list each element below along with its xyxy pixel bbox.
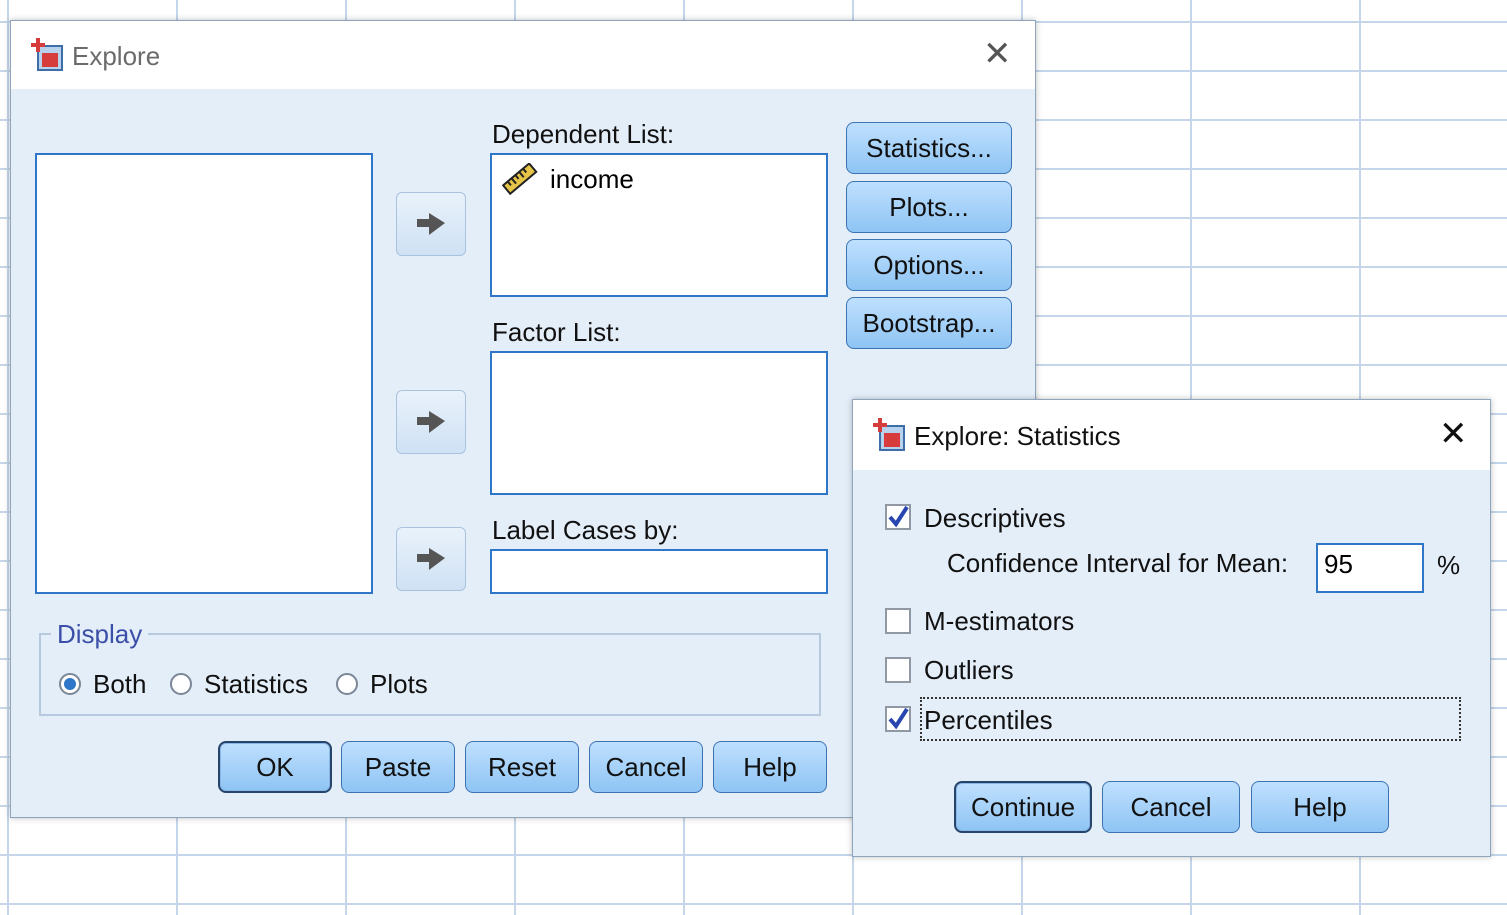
checkmark-icon: [888, 505, 909, 528]
statistics-button[interactable]: Statistics...: [846, 122, 1012, 174]
m-estimators-label[interactable]: M-estimators: [924, 606, 1074, 637]
dependent-list-label: Dependent List:: [492, 119, 675, 149]
display-group-legend: Display: [51, 619, 149, 650]
options-button[interactable]: Options...: [846, 239, 1012, 291]
reset-button[interactable]: Reset: [465, 741, 579, 793]
explore-close-icon[interactable]: ✕: [983, 37, 1012, 71]
percentiles-label[interactable]: Percentiles: [924, 705, 1053, 736]
descriptives-checkbox[interactable]: [885, 504, 911, 530]
label-cases-label: Label Cases by:: [492, 515, 679, 545]
statistics-radio[interactable]: [170, 673, 192, 695]
move-to-label-cases-button[interactable]: [396, 527, 466, 591]
label-cases-field[interactable]: [490, 549, 828, 594]
ok-button[interactable]: OK: [218, 741, 332, 793]
right-arrow-icon: [417, 213, 445, 235]
move-to-dependent-button[interactable]: [396, 192, 466, 256]
display-group: [39, 633, 821, 716]
ci-label: Confidence Interval for Mean:: [947, 548, 1289, 578]
paste-button[interactable]: Paste: [341, 741, 455, 793]
right-arrow-icon: [417, 548, 445, 570]
factor-list-label: Factor List:: [492, 317, 621, 347]
outliers-checkbox[interactable]: [885, 657, 911, 683]
right-arrow-icon: [417, 411, 445, 433]
plots-radio-label[interactable]: Plots: [370, 669, 428, 700]
ruler-scale-icon: [502, 163, 538, 195]
cancel-button[interactable]: Cancel: [589, 741, 703, 793]
statistics-title: Explore: Statistics: [914, 421, 1121, 451]
plots-radio[interactable]: [336, 673, 358, 695]
help-button[interactable]: Help: [713, 741, 827, 793]
both-radio-label[interactable]: Both: [93, 669, 147, 700]
stats-help-button[interactable]: Help: [1251, 781, 1389, 833]
list-item[interactable]: income: [502, 161, 634, 197]
both-radio[interactable]: [59, 673, 81, 695]
explore-title: Explore: [72, 41, 161, 71]
outliers-label[interactable]: Outliers: [924, 655, 1014, 686]
plots-button[interactable]: Plots...: [846, 181, 1012, 233]
statistics-titlebar[interactable]: Explore: Statistics ✕: [853, 400, 1490, 470]
spss-app-icon: [873, 418, 905, 451]
spss-app-icon: [31, 38, 63, 71]
checkmark-icon: [888, 707, 909, 730]
ci-unit: %: [1437, 550, 1461, 580]
source-variable-list[interactable]: [35, 153, 373, 594]
descriptives-label[interactable]: Descriptives: [924, 503, 1066, 534]
statistics-close-icon[interactable]: ✕: [1439, 417, 1468, 451]
percentiles-checkbox[interactable]: [885, 706, 911, 732]
explore-titlebar[interactable]: Explore ✕: [11, 21, 1035, 89]
ci-input[interactable]: 95: [1316, 543, 1424, 593]
stats-cancel-button[interactable]: Cancel: [1102, 781, 1240, 833]
move-to-factor-button[interactable]: [396, 390, 466, 454]
explore-statistics-dialog: Explore: Statistics ✕ Descriptives Confi…: [852, 399, 1491, 857]
continue-button[interactable]: Continue: [954, 781, 1092, 833]
dependent-list[interactable]: income: [490, 153, 828, 297]
statistics-radio-label[interactable]: Statistics: [204, 669, 308, 700]
dependent-item-label: income: [550, 163, 634, 194]
factor-list[interactable]: [490, 351, 828, 495]
m-estimators-checkbox[interactable]: [885, 608, 911, 634]
bootstrap-button[interactable]: Bootstrap...: [846, 297, 1012, 349]
